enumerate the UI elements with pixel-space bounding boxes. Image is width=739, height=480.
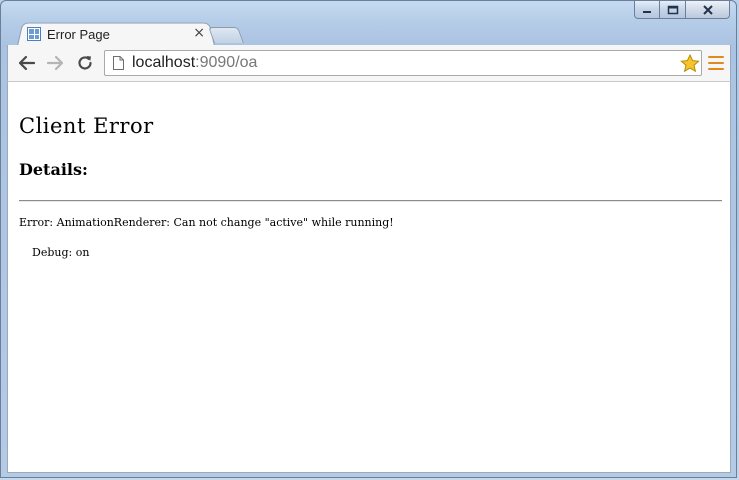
tab-close-icon[interactable]: ×	[193, 25, 205, 41]
new-tab-button[interactable]	[208, 27, 244, 43]
browser-toolbar: localhost:9090/oa	[7, 45, 731, 81]
browser-window: Error Page × localhost:9090/oa Client Er…	[0, 0, 737, 478]
reload-button[interactable]	[74, 53, 96, 73]
url-text[interactable]: localhost:9090/oa	[132, 54, 257, 72]
page-title: Client Error	[19, 114, 154, 138]
page-grid-icon	[27, 27, 41, 41]
error-message: Error: AnimationRenderer: Can not change…	[19, 216, 394, 229]
debug-status: Debug: on	[32, 246, 90, 259]
menu-bar-icon	[708, 56, 724, 58]
star-icon	[680, 53, 700, 72]
page-icon	[113, 56, 124, 70]
page-content: Client Error Details: Error: AnimationRe…	[7, 81, 731, 473]
url-host: localhost	[132, 54, 196, 71]
forward-button[interactable]	[44, 53, 66, 73]
details-heading: Details:	[19, 160, 88, 179]
minimize-icon	[643, 10, 651, 13]
tab-title: Error Page	[47, 26, 110, 42]
browser-menu-button[interactable]	[708, 54, 724, 72]
tab-error-page[interactable]: Error Page ×	[25, 23, 215, 45]
reload-icon	[78, 56, 92, 70]
tab-strip: Error Page ×	[7, 15, 727, 46]
menu-bar-icon	[708, 68, 724, 70]
url-path: :9090/oa	[195, 54, 258, 71]
back-button[interactable]	[16, 53, 38, 73]
forward-arrow-icon	[46, 55, 64, 71]
back-arrow-icon	[18, 55, 36, 71]
menu-bar-icon	[708, 62, 724, 64]
close-icon	[702, 4, 713, 15]
maximize-icon	[667, 5, 678, 14]
bookmark-star-button[interactable]	[679, 53, 701, 73]
horizontal-rule	[19, 200, 722, 202]
address-bar[interactable]: localhost:9090/oa	[104, 50, 702, 76]
